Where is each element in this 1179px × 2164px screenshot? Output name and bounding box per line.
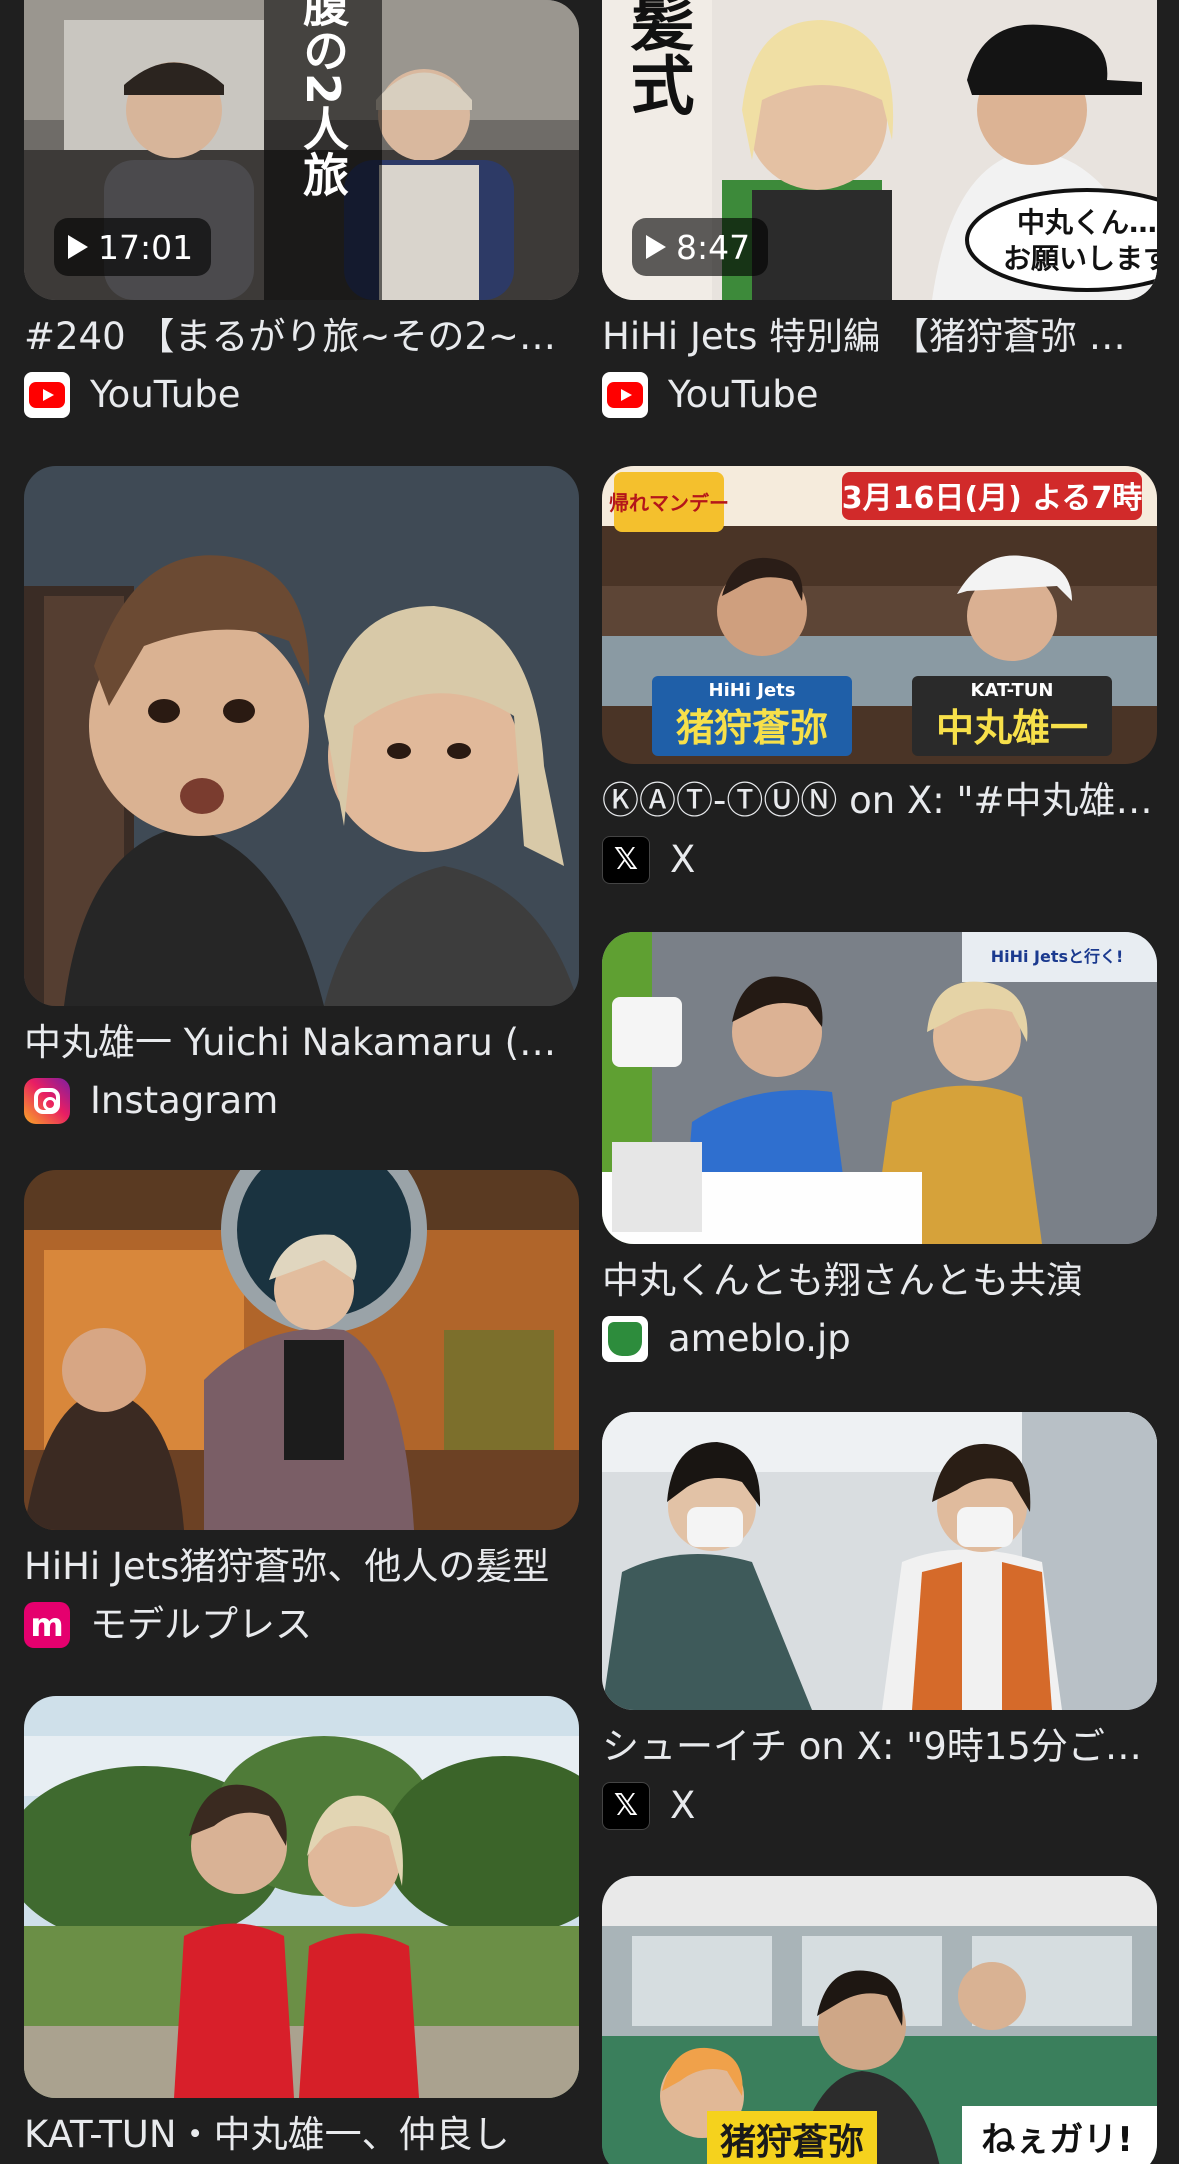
youtube-icon xyxy=(602,372,648,418)
result-title[interactable]: KAT-TUN・中丸雄一、仲良し xyxy=(24,2112,579,2158)
result-title[interactable]: HiHi Jets 特別編 【猪狩蒼弥 断髪式】 xyxy=(602,314,1157,360)
play-icon xyxy=(646,235,666,259)
exclaim-caption: ねぇガリ! xyxy=(981,2120,1133,2160)
broadcast-banner: 3月16日(月) よる7時 xyxy=(842,481,1142,516)
result-card[interactable]: シューイチ on X: "9時15分ごろ" 𝕏 X xyxy=(602,1412,1157,1830)
modelpress-icon: m xyxy=(24,1602,70,1648)
result-thumbnail[interactable] xyxy=(24,1170,579,1530)
thumbnail-image xyxy=(24,1696,579,2098)
result-card[interactable]: HiHi Jets猪狩蒼弥、他人の髪型 m モデルプレス xyxy=(24,1170,579,1648)
speech-bubble-line-2: お願いします xyxy=(1003,242,1157,275)
name-right: 中丸雄一 xyxy=(936,706,1088,750)
name-group-right: KAT-TUN xyxy=(971,680,1054,701)
result-source[interactable]: m モデルプレス xyxy=(24,1602,579,1648)
video-duration-badge: 8:47 xyxy=(632,218,769,276)
result-title[interactable]: 中丸くんとも翔さんとも共演 xyxy=(602,1258,1157,1304)
result-thumbnail[interactable] xyxy=(602,1412,1157,1710)
speech-bubble-line-1: 中丸くん… xyxy=(1017,206,1157,239)
source-label: Instagram xyxy=(90,1079,279,1122)
result-thumbnail[interactable]: HiHi Jetsと行く! xyxy=(602,932,1157,1244)
result-thumbnail[interactable]: 猪狩蒼弥 ねぇガリ! xyxy=(602,1876,1157,2164)
result-thumbnail[interactable] xyxy=(24,1696,579,2098)
ameblo-icon xyxy=(602,1316,648,1362)
result-thumbnail[interactable]: ガチ自腹の2人旅 17:01 xyxy=(24,0,579,300)
play-icon xyxy=(68,235,88,259)
name-caption: 猪狩蒼弥 xyxy=(720,2122,864,2163)
image-results-grid: ガチ自腹の2人旅 17:01 #240 【まるがり旅~その2~】車内トーク Yo… xyxy=(0,0,1179,2164)
youtube-icon xyxy=(24,372,70,418)
result-card[interactable]: 断髪式 中丸くん… お願いします 8:47 HiHi Jets 特別編 【猪狩蒼… xyxy=(602,0,1157,418)
thumbnail-image xyxy=(24,1170,579,1530)
result-card[interactable]: KAT-TUN・中丸雄一、仲良し xyxy=(24,1696,579,2158)
thumbnail-image: 3月16日(月) よる7時 帰れマンデー HiHi Jets 猪狩蒼弥 KAT-… xyxy=(602,466,1157,764)
show-logo: 帰れマンデー xyxy=(609,491,729,515)
thumbnail-side-caption: 断髪式 xyxy=(620,0,695,116)
duration-label: 17:01 xyxy=(98,227,194,267)
result-card[interactable]: 中丸雄一 Yuichi Nakamaru (@yuichi_nakamaru) … xyxy=(24,466,579,1124)
result-source[interactable]: YouTube xyxy=(602,372,1157,418)
name-group-left: HiHi Jets xyxy=(709,680,796,701)
result-source[interactable]: YouTube xyxy=(24,372,579,418)
result-source[interactable]: Instagram xyxy=(24,1078,579,1124)
result-title[interactable]: #240 【まるがり旅~その2~】車内トーク xyxy=(24,314,579,360)
result-thumbnail[interactable] xyxy=(24,466,579,1006)
name-left: 猪狩蒼弥 xyxy=(676,706,828,750)
result-title[interactable]: 中丸雄一 Yuichi Nakamaru (@yuichi_nakamaru) xyxy=(24,1020,579,1066)
source-label: YouTube xyxy=(668,373,819,416)
result-thumbnail[interactable]: 断髪式 中丸くん… お願いします 8:47 xyxy=(602,0,1157,300)
thumbnail-image: 猪狩蒼弥 ねぇガリ! xyxy=(602,1876,1157,2164)
source-label: YouTube xyxy=(90,373,241,416)
result-card[interactable]: 猪狩蒼弥 ねぇガリ! xyxy=(602,1876,1157,2164)
result-source[interactable]: 𝕏 X xyxy=(602,1782,1157,1830)
x-icon: 𝕏 xyxy=(602,836,650,884)
source-label: モデルプレス xyxy=(90,1603,312,1646)
result-title[interactable]: ⓀⒶⓉ-ⓉⓊⓃ on X: "#中丸雄一" xyxy=(602,778,1157,824)
thumbnail-caption: ガチ自腹の2人旅 xyxy=(296,0,350,197)
result-card[interactable]: 3月16日(月) よる7時 帰れマンデー HiHi Jets 猪狩蒼弥 KAT-… xyxy=(602,466,1157,884)
thumbnail-image xyxy=(602,1412,1157,1710)
result-card[interactable]: HiHi Jetsと行く! 中丸くんとも翔さんとも共演 ameblo.jp xyxy=(602,932,1157,1362)
x-icon: 𝕏 xyxy=(602,1782,650,1830)
duration-label: 8:47 xyxy=(676,227,751,267)
video-duration-badge: 17:01 xyxy=(54,218,212,276)
corner-caption: HiHi Jetsと行く! xyxy=(991,947,1124,966)
source-label: ameblo.jp xyxy=(668,1317,851,1360)
result-title[interactable]: HiHi Jets猪狩蒼弥、他人の髪型 xyxy=(24,1544,579,1590)
instagram-icon xyxy=(24,1078,70,1124)
source-label: X xyxy=(670,1784,696,1827)
thumbnail-image xyxy=(24,466,579,1006)
thumbnail-image: HiHi Jetsと行く! xyxy=(602,932,1157,1244)
result-thumbnail[interactable]: 3月16日(月) よる7時 帰れマンデー HiHi Jets 猪狩蒼弥 KAT-… xyxy=(602,466,1157,764)
result-card[interactable]: ガチ自腹の2人旅 17:01 #240 【まるがり旅~その2~】車内トーク Yo… xyxy=(24,0,579,418)
result-title[interactable]: シューイチ on X: "9時15分ごろ" xyxy=(602,1724,1157,1770)
result-source[interactable]: ameblo.jp xyxy=(602,1316,1157,1362)
result-source[interactable]: 𝕏 X xyxy=(602,836,1157,884)
source-label: X xyxy=(670,838,696,881)
